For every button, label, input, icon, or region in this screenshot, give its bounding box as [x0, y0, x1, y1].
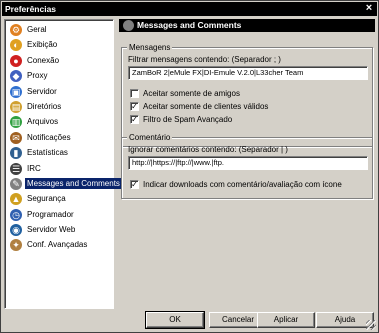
show-comments-icon-label: Indicar downloads com comentário/avaliaç… — [143, 180, 342, 189]
nav-item[interactable]: ▥ Arquivos — [5, 114, 113, 129]
files-icon: ▥ — [10, 116, 22, 129]
resize-grip[interactable] — [366, 320, 376, 330]
nav-item[interactable]: ◉ Servidor Web — [5, 222, 113, 237]
friends-only-label: Aceitar somente de amigos — [143, 89, 240, 98]
nav-item[interactable]: ▮ Estatísticas — [5, 145, 113, 160]
display-icon: ◐ — [10, 39, 22, 52]
nav-item[interactable]: ▣ Servidor — [5, 84, 113, 99]
nav-item[interactable]: ✦ Conf. Avançadas — [5, 237, 113, 252]
nav-item-label: Servidor Web — [27, 225, 76, 235]
close-icon[interactable]: × — [363, 3, 375, 15]
proxy-icon: ◆ — [10, 70, 22, 83]
friends-only-checkbox-row[interactable]: Aceitar somente de amigos — [130, 88, 240, 99]
statistics-icon: ▮ — [10, 147, 22, 160]
nav-item-label: Programador — [27, 209, 74, 219]
valid-clients-checkbox-row[interactable]: ✓ Aceitar somente de clientes válidos — [130, 101, 268, 112]
apply-button[interactable]: Aplicar — [257, 312, 315, 328]
window-title: Preferências — [5, 4, 57, 14]
nav-item[interactable]: ☰ IRC — [5, 161, 113, 176]
nav-item[interactable]: ● Conexão — [5, 53, 113, 68]
nav-item[interactable]: ✎ Messages and Comments — [5, 176, 122, 191]
filter-messages-input[interactable]: ZamBoR 2|eMule FX|DI-Emule V.2.0|L33cher… — [128, 66, 368, 80]
nav-item[interactable]: ✉ Notificações — [5, 130, 113, 145]
messages-comments-panel: Messages and Comments Mensagens Filtrar … — [119, 19, 375, 309]
connection-icon: ● — [10, 54, 22, 67]
nav-item-label: Estatísticas — [27, 148, 68, 158]
nav-item-label: Arquivos — [27, 117, 59, 127]
valid-clients-label: Aceitar somente de clientes válidos — [143, 102, 269, 111]
valid-clients-checkbox[interactable]: ✓ — [130, 102, 139, 111]
advanced-spam-filter-checkbox-row[interactable]: ✓ Filtro de Spam Avançado — [130, 114, 232, 125]
comments-group: Comentário Ignorar comentários contendo:… — [121, 132, 373, 199]
advanced-spam-filter-label: Filtro de Spam Avançado — [143, 115, 233, 124]
ok-button[interactable]: OK — [145, 311, 205, 329]
friends-only-checkbox[interactable] — [130, 89, 139, 98]
messages-icon — [123, 20, 134, 31]
security-icon: ▲ — [10, 193, 22, 206]
nav-item-label: Notificações — [27, 132, 71, 142]
nav-item[interactable]: ▲ Segurança — [5, 191, 113, 206]
messages-group-title: Mensagens — [127, 42, 173, 53]
nav-item-label: Servidor — [27, 86, 57, 96]
preferences-window: Preferências × ⚙ Geral ◐ Exibição ● Conexão ◆ P… — [0, 0, 379, 333]
nav-item-label: IRC — [27, 163, 41, 173]
filter-messages-label: Filtrar mensagens contendo: (Separador ;… — [128, 55, 281, 64]
preferences-nav-tree: ⚙ Geral ◐ Exibição ● Conexão ◆ Proxy ▣ Servidor ▤ D… — [4, 19, 122, 309]
title-bar: Preferências × — [2, 2, 377, 16]
scheduler-icon: ◷ — [10, 208, 22, 221]
nav-item[interactable]: ◆ Proxy — [5, 68, 113, 83]
advanced-settings-icon: ✦ — [10, 239, 22, 252]
nav-item[interactable]: ▤ Diretórios — [5, 99, 113, 114]
show-comments-icon-checkbox[interactable]: ✓ — [130, 180, 139, 189]
nav-item[interactable]: ⚙ Geral — [5, 22, 113, 37]
nav-item-label: Geral — [27, 25, 47, 34]
nav-item-label: Diretórios — [27, 101, 62, 111]
nav-item-label: Segurança — [27, 194, 66, 204]
panel-header: Messages and Comments — [119, 19, 375, 32]
web-server-icon: ◉ — [10, 224, 22, 237]
server-icon: ▣ — [10, 85, 22, 98]
gear-icon: ⚙ — [10, 24, 22, 36]
ignore-comments-input[interactable]: http://|https://|ftp://|www.|ftp. — [128, 156, 368, 170]
advanced-spam-filter-checkbox[interactable]: ✓ — [130, 115, 139, 124]
nav-item-label: Proxy — [27, 71, 48, 81]
ignore-comments-label: Ignorar comentários contendo: (Separador… — [128, 145, 288, 154]
comments-group-title: Comentário — [127, 132, 173, 143]
nav-item-label: Messages and Comments — [25, 177, 122, 189]
panel-title: Messages and Comments — [137, 20, 242, 30]
irc-icon: ☰ — [10, 162, 22, 175]
nav-item-label: Conexão — [27, 55, 60, 65]
nav-item[interactable]: ◐ Exibição — [5, 37, 113, 52]
messages-icon: ✎ — [10, 177, 22, 190]
nav-item-label: Conf. Avançadas — [27, 240, 88, 250]
nav-item-label: Exibição — [27, 40, 58, 50]
show-comments-icon-checkbox-row[interactable]: ✓ Indicar downloads com comentário/avalia… — [130, 179, 342, 190]
nav-item[interactable]: ◷ Programador — [5, 207, 113, 222]
folder-icon: ▤ — [10, 100, 22, 113]
notification-icon: ✉ — [10, 131, 22, 144]
